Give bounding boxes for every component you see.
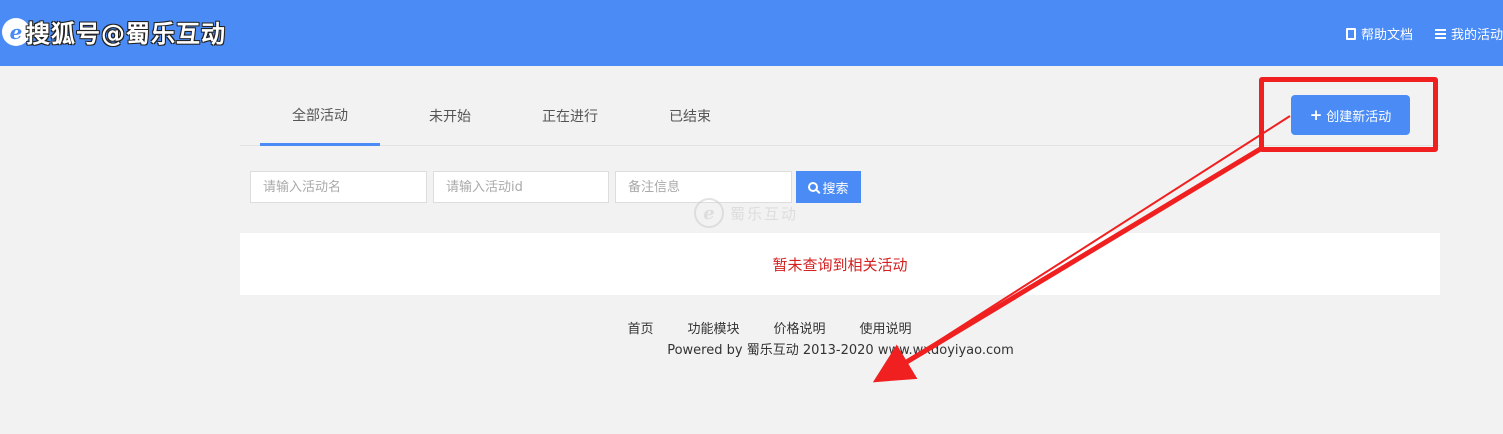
annotation-arrow-line	[872, 145, 1264, 383]
annotation-arrow	[872, 115, 1291, 383]
